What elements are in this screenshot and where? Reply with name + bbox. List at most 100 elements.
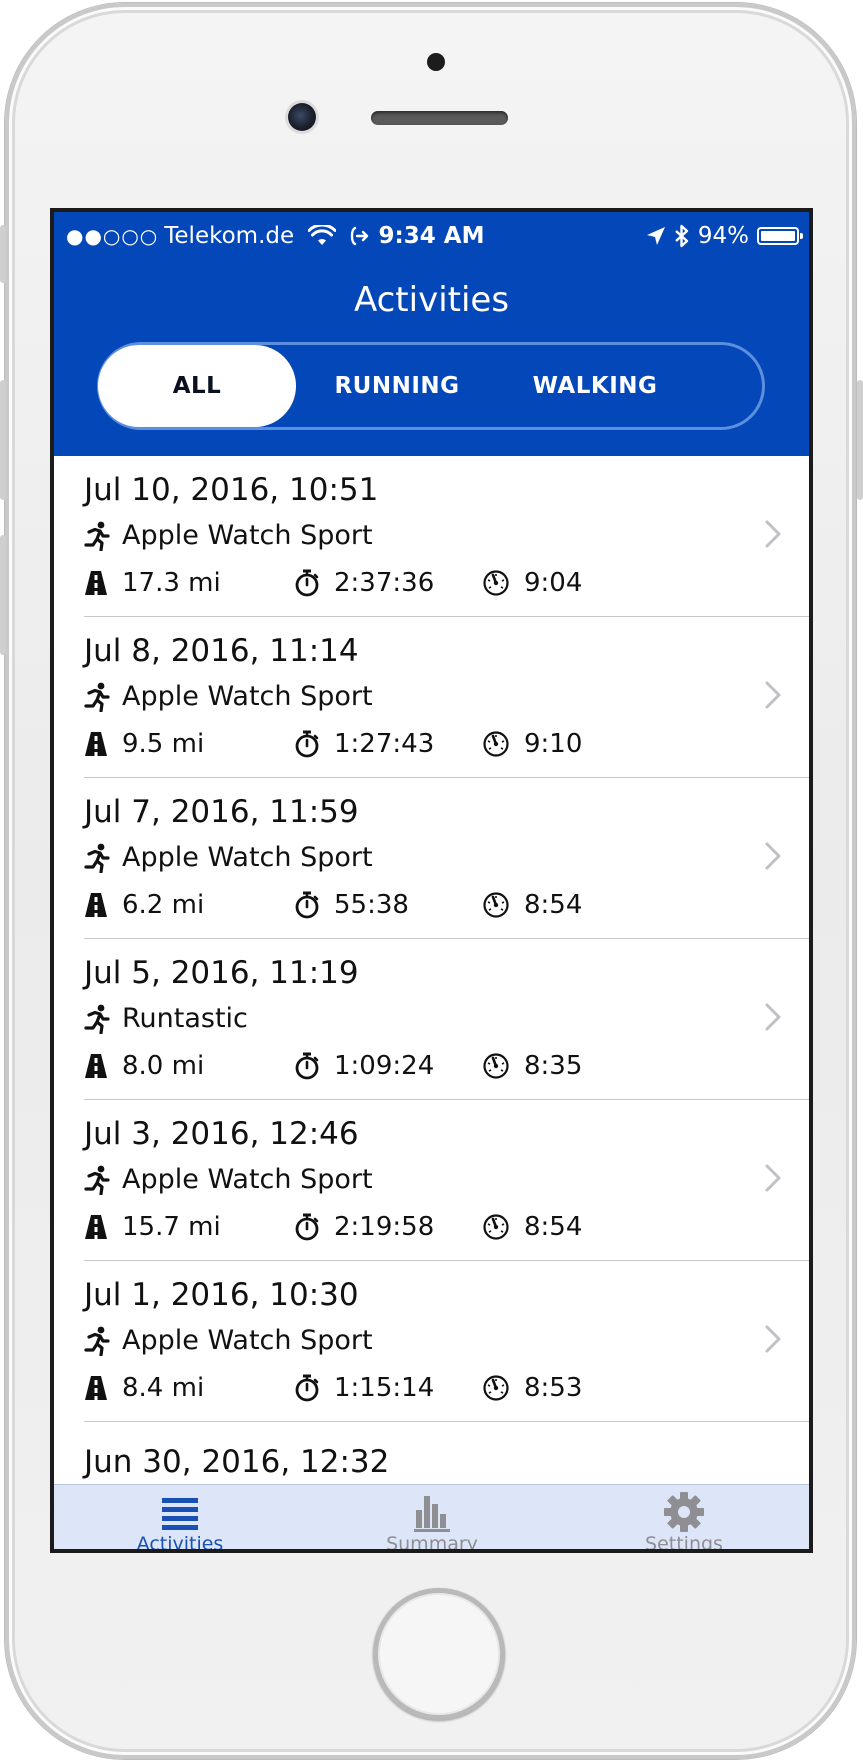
mute-switch xyxy=(0,225,6,283)
pace-gauge-icon xyxy=(483,1214,509,1240)
activity-source: Apple Watch Sport xyxy=(84,520,373,551)
activity-row[interactable]: Jun 30, 2016, 12:32 xyxy=(84,1422,809,1484)
duration-stat: 2:19:58 xyxy=(294,1212,434,1242)
stopwatch-icon xyxy=(295,1374,319,1402)
activity-source-label: Apple Watch Sport xyxy=(122,681,373,712)
front-sensor xyxy=(427,53,445,71)
activity-source: Apple Watch Sport xyxy=(84,1325,373,1356)
tab-activities[interactable]: Activities xyxy=(54,1485,306,1553)
activity-date: Jul 1, 2016, 10:30 xyxy=(84,1277,359,1313)
bluetooth-icon xyxy=(675,224,689,248)
activity-date: Jul 10, 2016, 10:51 xyxy=(84,472,379,508)
front-camera xyxy=(288,103,316,131)
activity-row[interactable]: Jul 7, 2016, 11:59 Apple Watch Sport 6.2 m… xyxy=(84,778,809,939)
activity-row[interactable]: Jul 1, 2016, 10:30 Apple Watch Sport 8.4 m… xyxy=(84,1261,809,1422)
activity-source-label: Apple Watch Sport xyxy=(122,842,373,873)
pace-stat: 8:54 xyxy=(482,890,582,920)
pace-stat: 8:35 xyxy=(482,1051,582,1081)
activity-date: Jun 30, 2016, 12:32 xyxy=(84,1444,390,1480)
duration-value: 1:15:14 xyxy=(334,1373,435,1403)
distance-value: 6.2 mi xyxy=(122,890,205,920)
tab-activities-label: Activities xyxy=(136,1533,224,1553)
duration-stat: 2:37:36 xyxy=(294,568,434,598)
tab-settings[interactable]: Settings xyxy=(558,1485,809,1549)
tab-summary[interactable]: Summary xyxy=(306,1485,558,1553)
location-arrow-icon xyxy=(646,227,665,245)
runner-icon xyxy=(84,1004,110,1034)
duration-value: 55:38 xyxy=(334,890,409,920)
duration-stat: 1:27:43 xyxy=(294,729,434,759)
pace-value: 8:54 xyxy=(524,890,583,920)
activity-row[interactable]: Jul 5, 2016, 11:19 Runtastic 8.0 mi 1:09:24… xyxy=(84,939,809,1100)
distance-value: 8.0 mi xyxy=(122,1051,205,1081)
activity-stats: 8.0 mi 1:09:24 8:35 xyxy=(84,1051,684,1085)
duration-stat: 55:38 xyxy=(294,890,409,920)
runner-icon xyxy=(84,521,110,551)
activity-source-label: Runtastic xyxy=(122,1003,248,1034)
chevron-right-icon xyxy=(765,681,781,709)
tab-bar: Activities Summary Settings xyxy=(54,1484,809,1553)
volume-down-button xyxy=(0,535,6,655)
activity-list: Jul 10, 2016, 10:51 Apple Watch Sport 17.3… xyxy=(54,456,809,1484)
activity-row[interactable]: Jul 8, 2016, 11:14 Apple Watch Sport 9.5 m… xyxy=(84,617,809,778)
activity-source: Apple Watch Sport xyxy=(84,681,373,712)
segment-walking[interactable]: WALKING xyxy=(496,345,694,427)
stopwatch-icon xyxy=(295,891,319,919)
distance-value: 8.4 mi xyxy=(122,1373,205,1403)
activity-source: Runtastic xyxy=(84,1003,248,1034)
chevron-right-icon xyxy=(765,1164,781,1192)
home-button[interactable] xyxy=(373,1588,505,1720)
duration-value: 1:09:24 xyxy=(334,1051,435,1081)
tab-summary-label: Summary xyxy=(386,1533,478,1553)
distance-value: 9.5 mi xyxy=(122,729,205,759)
activity-date: Jul 3, 2016, 12:46 xyxy=(84,1116,359,1152)
stopwatch-icon xyxy=(295,730,319,758)
activity-stats: 6.2 mi 55:38 8:54 xyxy=(84,890,684,924)
activity-date: Jul 8, 2016, 11:14 xyxy=(84,633,359,669)
activity-source: Apple Watch Sport xyxy=(84,1164,373,1195)
duration-value: 2:37:36 xyxy=(334,568,435,598)
battery-percent: 94% xyxy=(697,223,749,249)
chevron-right-icon xyxy=(765,520,781,548)
pace-value: 8:35 xyxy=(524,1051,583,1081)
pace-gauge-icon xyxy=(483,892,509,918)
activity-row[interactable]: Jul 10, 2016, 10:51 Apple Watch Sport 17.3… xyxy=(84,456,809,617)
activity-row[interactable]: Jul 3, 2016, 12:46 Apple Watch Sport 15.7 … xyxy=(84,1100,809,1261)
runner-icon xyxy=(84,1326,110,1356)
stopwatch-icon xyxy=(295,569,319,597)
distance-value: 15.7 mi xyxy=(122,1212,221,1242)
app-screen: ●●○○○ Telekom.de 9:34 AM 94% Activities … xyxy=(50,208,813,1553)
segment-running[interactable]: RUNNING xyxy=(298,345,496,427)
list-icon xyxy=(162,1498,198,1530)
power-button xyxy=(857,380,863,500)
road-icon xyxy=(85,1215,107,1239)
page-title: Activities xyxy=(353,280,510,320)
activity-filter-segmented-control: ALL RUNNING WALKING xyxy=(97,342,765,430)
segment-all[interactable]: ALL xyxy=(98,345,296,427)
chevron-right-icon xyxy=(765,1325,781,1353)
pace-gauge-icon xyxy=(483,1053,509,1079)
volume-up-button xyxy=(0,380,6,500)
pace-stat: 8:54 xyxy=(482,1212,582,1242)
earpiece-speaker xyxy=(371,111,508,125)
duration-value: 2:19:58 xyxy=(334,1212,435,1242)
pace-gauge-icon xyxy=(483,570,509,596)
distance-stat: 15.7 mi xyxy=(84,1212,221,1242)
activity-source: Apple Watch Sport xyxy=(84,842,373,873)
activity-source-label: Apple Watch Sport xyxy=(122,520,373,551)
stopwatch-icon xyxy=(295,1052,319,1080)
road-icon xyxy=(85,732,107,756)
pace-gauge-icon xyxy=(483,731,509,757)
pace-stat: 8:53 xyxy=(482,1373,582,1403)
distance-stat: 6.2 mi xyxy=(84,890,204,920)
activity-date: Jul 7, 2016, 11:59 xyxy=(84,794,359,830)
bar-chart-icon xyxy=(414,1496,450,1532)
activity-date: Jul 5, 2016, 11:19 xyxy=(84,955,359,991)
duration-value: 1:27:43 xyxy=(334,729,435,759)
chevron-right-icon xyxy=(765,1003,781,1031)
activity-stats: 15.7 mi 2:19:58 8:54 xyxy=(84,1212,684,1246)
distance-stat: 8.0 mi xyxy=(84,1051,204,1081)
road-icon xyxy=(85,1054,107,1078)
pace-stat: 9:04 xyxy=(482,568,582,598)
road-icon xyxy=(85,571,107,595)
